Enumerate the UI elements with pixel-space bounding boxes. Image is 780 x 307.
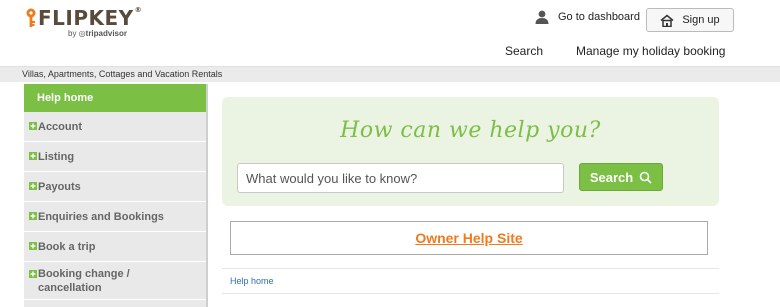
key-icon: [26, 8, 36, 27]
nav-manage-booking-link[interactable]: Manage my holiday booking: [576, 44, 725, 58]
help-sidebar: Help home Account Listing Payouts Enquir…: [24, 84, 208, 307]
home-icon: [660, 14, 674, 27]
divider: [222, 268, 719, 269]
sign-up-button[interactable]: Sign up: [646, 8, 734, 32]
sidebar-item-listing[interactable]: Listing: [24, 142, 206, 172]
plus-icon: [29, 270, 37, 278]
owner-help-site-box: Owner Help Site: [230, 221, 708, 255]
help-search-input[interactable]: [237, 163, 564, 193]
flipkey-logo[interactable]: FLIPKEY® by ◎tripadvisor: [24, 6, 154, 40]
plus-icon: [29, 211, 37, 220]
site-tagline: Villas, Apartments, Cottages and Vacatio…: [22, 69, 223, 79]
logo-wordmark: FLIPKEY®: [38, 6, 143, 30]
plus-icon: [29, 181, 37, 190]
plus-icon: [29, 241, 37, 250]
sidebar-item-help-home[interactable]: Help home: [24, 84, 206, 112]
help-search-button[interactable]: Search: [579, 163, 663, 191]
go-to-dashboard-link[interactable]: Go to dashboard: [534, 10, 640, 24]
breadcrumb-help-home[interactable]: Help home: [230, 276, 274, 286]
search-icon: [639, 171, 652, 184]
logo-byline: by ◎tripadvisor: [68, 29, 127, 38]
help-search-panel: How can we help you? Search: [222, 97, 719, 206]
plus-icon: [29, 151, 37, 160]
sidebar-item-payouts[interactable]: Payouts: [24, 172, 206, 202]
tagline-bar: Villas, Apartments, Cottages and Vacatio…: [0, 66, 780, 82]
divider: [222, 293, 719, 294]
sidebar-item-booking-change[interactable]: Booking change / cancellation: [24, 262, 206, 300]
sidebar-item-account[interactable]: Account: [24, 112, 206, 142]
plus-icon: [29, 121, 37, 130]
user-icon: [535, 10, 549, 24]
nav-search-link[interactable]: Search: [505, 44, 543, 58]
help-heading: How can we help you?: [340, 118, 601, 143]
sidebar-item-enquiries-bookings[interactable]: Enquiries and Bookings: [24, 202, 206, 232]
sidebar-item-book-a-trip[interactable]: Book a trip: [24, 232, 206, 262]
owner-help-site-link[interactable]: Owner Help Site: [415, 230, 522, 246]
